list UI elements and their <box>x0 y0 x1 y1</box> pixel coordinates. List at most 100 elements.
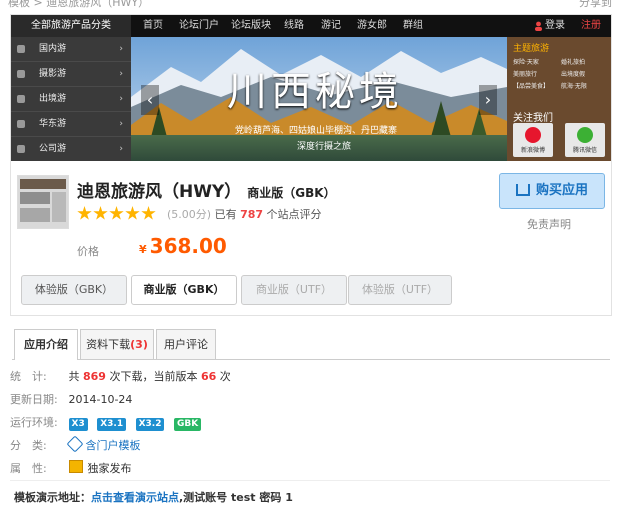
category-menu-label: 全部旅游产品分类 <box>11 15 131 37</box>
follow-us-label: 关注我们 <box>513 113 553 124</box>
star-icon <box>93 206 108 220</box>
tab-reviews[interactable]: 用户评论 <box>156 329 216 359</box>
hero-slide: ‹ › 川西秘境 党岭葫芦海、四姑娘山毕棚沟、丹巴藏寨 深度行摄之旅 <box>131 37 507 161</box>
attribute-row: 属 性: 独家发布 <box>10 460 132 476</box>
hero-title: 川西秘境 <box>227 69 403 115</box>
wechat-badge: 腾讯微信 <box>565 123 605 157</box>
star-icon <box>125 206 140 220</box>
env-tag: GBK <box>173 418 202 431</box>
download-count: (3) <box>130 338 148 351</box>
rating-score: (5.00分) <box>167 208 212 221</box>
plane-icon <box>17 95 25 103</box>
weibo-badge: 新浪微博 <box>513 123 553 157</box>
stats-row: 统 计: 共 869 次下载，当前版本 66 次 <box>10 370 231 383</box>
product-title: 迪恩旅游风（HWY） 商业版（GBK） <box>77 177 336 202</box>
star-icon <box>141 206 156 220</box>
buy-label: 购买应用 <box>535 183 588 198</box>
demo-address: 模板演示地址：点击查看演示站点,测试账号 test 密码 1 <box>14 489 293 505</box>
bullet-icon <box>17 45 25 53</box>
chevron-right-icon: › <box>119 69 123 79</box>
rating-count: 787 <box>240 208 264 221</box>
rating-suffix: 个站点评分 <box>266 208 322 221</box>
preview-register: 注册 <box>581 20 601 31</box>
price-value: ¥368.00 <box>139 234 227 258</box>
disclaimer-link[interactable]: 免责声明 <box>527 216 571 232</box>
theme-tag: 出境度假 <box>561 71 586 78</box>
preview-sidebar: 国内游 › 摄影游 › 出境游 › 华东游 › 公司游 › <box>11 37 131 161</box>
hero-next-arrow: › <box>479 85 497 115</box>
sidebar-item: 国内游 › <box>11 37 131 62</box>
chevron-right-icon: › <box>119 94 123 104</box>
updated-date: 2014-10-24 <box>68 393 133 406</box>
demo-link[interactable]: 点击查看演示站点 <box>91 491 179 504</box>
sidebar-item: 公司游 › <box>11 137 131 161</box>
chevron-right-icon: › <box>119 44 123 54</box>
product-edition: 商业版（GBK） <box>247 186 336 200</box>
map-icon <box>17 120 25 128</box>
attribute-label: 属 性: <box>10 462 47 475</box>
updated-label: 更新日期: <box>10 393 58 406</box>
sidebar-item: 华东游 › <box>11 112 131 137</box>
theme-tag: 探险·天家 <box>513 59 539 66</box>
theme-tag: 航海·无限 <box>561 83 587 90</box>
currency-symbol: ¥ <box>139 243 147 256</box>
version-commercial-utf[interactable]: 商业版（UTF） <box>241 275 347 305</box>
tab-download[interactable]: 资料下载(3) <box>80 329 154 359</box>
theme-tag: 美丽旅行 <box>513 71 538 78</box>
category-row: 分 类: 含门户模板 <box>10 435 141 453</box>
stats-label: 统 计: <box>10 370 47 383</box>
demo-label: 模板演示地址： <box>14 491 91 504</box>
breadcrumb[interactable]: 模板 > 迪恩旅游风（HWY） <box>8 0 149 8</box>
chevron-right-icon: › <box>119 119 123 129</box>
nav-item-routes: 线路 <box>284 20 304 31</box>
hero-subtitle-2: 深度行摄之旅 <box>297 142 352 152</box>
nav-item-groups: 群组 <box>403 20 423 31</box>
version-commercial-gbk[interactable]: 商业版（GBK） <box>131 275 237 305</box>
tab-intro[interactable]: 应用介绍 <box>14 329 78 360</box>
hero-prev-arrow: ‹ <box>141 85 159 115</box>
star-icon <box>77 206 92 220</box>
env-tag: X3 <box>68 418 88 431</box>
camera-icon <box>17 70 25 78</box>
nav-item-home: 首页 <box>143 20 163 31</box>
divider <box>10 480 610 481</box>
tag-icon <box>66 435 83 453</box>
buy-app-button[interactable]: 购买应用 <box>499 173 605 209</box>
nav-item-portal: 论坛门户 <box>179 20 219 31</box>
download-icon <box>515 184 530 196</box>
preview-nav-bar: 全部旅游产品分类 首页 论坛门户 论坛版块 线路 游记 游女郎 群组 登录 注册 <box>11 15 611 37</box>
user-icon <box>535 21 542 31</box>
environment-row: 运行环境: X3 X3.1 X3.2 GBK <box>10 414 207 431</box>
attribute-value: 独家发布 <box>87 462 132 475</box>
version-trial-utf[interactable]: 体验版（UTF） <box>348 275 452 305</box>
share-link[interactable]: 分享到 <box>579 0 612 8</box>
env-tag: X3.1 <box>97 418 127 431</box>
env-tag: X3.2 <box>135 418 165 431</box>
banner-preview: 全部旅游产品分类 首页 论坛门户 论坛版块 线路 游记 游女郎 群组 登录 注册… <box>11 15 611 161</box>
nav-item-forum: 论坛版块 <box>231 20 271 31</box>
updated-row: 更新日期: 2014-10-24 <box>10 391 132 407</box>
nav-item-girls: 游女郎 <box>357 20 387 31</box>
sidebar-item: 出境游 › <box>11 87 131 112</box>
rating-prefix: 已有 <box>214 208 237 221</box>
weibo-icon <box>525 127 541 143</box>
version-trial-gbk[interactable]: 体验版（GBK） <box>21 275 127 305</box>
price-amount: 368.00 <box>149 234 227 258</box>
product-name: 迪恩旅游风（HWY） <box>77 182 242 202</box>
hero-subtitle: 党岭葫芦海、四姑娘山毕棚沟、丹巴藏寨 <box>235 126 398 136</box>
download-total: 869 <box>83 370 106 383</box>
panel-title: 主题旅游 <box>513 44 550 54</box>
preview-login: 登录 <box>545 20 565 31</box>
detail-tabs: 应用介绍 资料下载(3) 用户评论 <box>12 329 610 360</box>
price-label: 价格 <box>77 245 99 258</box>
wechat-icon <box>577 127 593 143</box>
rating-stars <box>77 206 157 225</box>
category-label: 分 类: <box>10 439 47 452</box>
env-label: 运行环境: <box>10 416 58 429</box>
product-thumbnail[interactable] <box>17 175 69 229</box>
category-link[interactable]: 含门户模板 <box>86 439 141 452</box>
sidebar-item: 摄影游 › <box>11 62 131 87</box>
exclusive-icon <box>68 460 83 473</box>
rating-text: (5.00分) 已有 787 个站点评分 <box>167 206 322 222</box>
theme-tag: 婚礼旅拍 <box>561 59 586 66</box>
